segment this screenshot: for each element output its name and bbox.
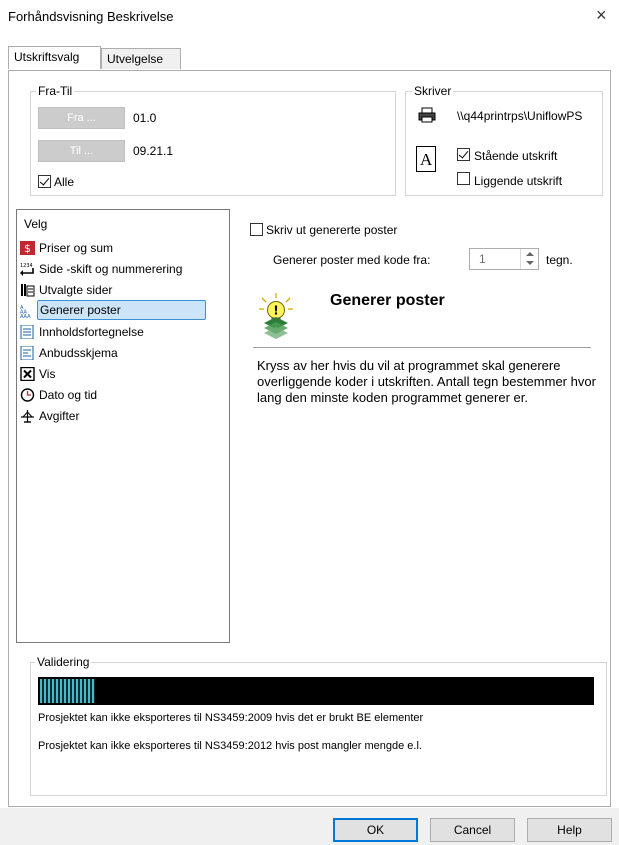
list-item-label: Avgifter xyxy=(39,409,80,423)
section-heading: Generer poster xyxy=(330,292,445,309)
validering-legend: Validering xyxy=(35,655,92,669)
lightbulb-info-icon: ! xyxy=(259,293,293,339)
ok-button[interactable]: OK xyxy=(333,818,418,842)
kode-stepper[interactable]: 1 xyxy=(469,248,539,270)
list-item-side-skift[interactable]: 1234 Side -skift og nummerering xyxy=(20,259,225,279)
generate-items-icon: AAAAAA xyxy=(20,305,31,318)
list-item-label: Side -skift og nummerering xyxy=(39,262,183,276)
stepper-arrows[interactable] xyxy=(520,249,538,269)
list-item-label: Priser og sum xyxy=(39,241,114,255)
validation-progress-bar xyxy=(38,677,594,705)
liggende-label: Liggende utskrift xyxy=(474,174,563,188)
list-item-innholdsfortegnelse[interactable]: Innholdsfortegnelse xyxy=(20,322,225,342)
skriv-ut-checkbox[interactable] xyxy=(250,223,263,236)
kode-label: Generer poster med kode fra: xyxy=(273,253,431,267)
svg-text:!: ! xyxy=(273,304,278,318)
printer-icon xyxy=(418,107,436,123)
page-orientation-icon: A xyxy=(416,146,436,172)
svg-text:1234: 1234 xyxy=(20,263,33,269)
til-button[interactable]: Til ... xyxy=(38,140,125,162)
fra-button[interactable]: Fra ... xyxy=(38,107,125,129)
page-break-icon: 1234 xyxy=(20,263,34,276)
til-value: 09.21.1 xyxy=(133,144,174,158)
velg-header: Velg xyxy=(24,217,48,231)
cancel-button[interactable]: Cancel xyxy=(430,818,515,842)
tab-utvelgelse[interactable]: Utvelgelse xyxy=(101,48,181,69)
fees-icon xyxy=(21,410,34,423)
fra-value: 01.0 xyxy=(133,111,157,125)
list-item-anbudsskjema[interactable]: Anbudsskjema xyxy=(20,343,225,363)
staende-checkbox[interactable] xyxy=(457,148,470,161)
list-item-label: Innholdsfortegnelse xyxy=(39,325,144,339)
list-item-priser[interactable]: $ Priser og sum xyxy=(20,238,225,258)
window-title: Forhåndsvisning Beskrivelse xyxy=(8,9,174,24)
help-button[interactable]: Help xyxy=(527,818,612,842)
list-item-avgifter[interactable]: Avgifter xyxy=(20,406,225,426)
list-item-vis[interactable]: Vis xyxy=(20,364,225,384)
kode-unit: tegn. xyxy=(546,253,573,267)
chevron-up-icon[interactable] xyxy=(526,252,534,256)
progress-fill xyxy=(40,679,95,703)
list-item-label: Anbudsskjema xyxy=(39,346,118,360)
svg-text:AAA: AAA xyxy=(20,314,31,318)
close-icon[interactable]: × xyxy=(596,5,607,26)
validation-message: Prosjektet kan ikke eksporteres til NS34… xyxy=(38,712,424,724)
chevron-down-icon[interactable] xyxy=(526,261,534,265)
show-icon xyxy=(20,367,35,381)
svg-text:$: $ xyxy=(24,242,31,255)
list-item-label: Utvalgte sider xyxy=(39,283,113,297)
fra-til-legend: Fra-Til xyxy=(36,84,75,98)
divider xyxy=(253,347,591,348)
clock-icon xyxy=(20,388,35,402)
list-item-dato-og-tid[interactable]: Dato og tid xyxy=(20,385,225,405)
list-item-utvalgte-sider[interactable]: Utvalgte sider xyxy=(20,280,225,300)
list-item-label: Dato og tid xyxy=(39,388,98,402)
liggende-checkbox[interactable] xyxy=(457,172,470,185)
skriv-ut-label: Skriv ut genererte poster xyxy=(266,223,398,237)
description-text: Kryss av her hvis du vil at programmet s… xyxy=(257,358,596,405)
list-item-generer-poster[interactable]: A AA AAA Generer poster xyxy=(20,300,225,321)
selected-pages-icon xyxy=(21,284,35,297)
staende-label: Stående utskrift xyxy=(474,149,558,163)
alle-checkbox[interactable] xyxy=(38,175,51,188)
tab-utskriftsvalg[interactable]: Utskriftsvalg xyxy=(8,46,101,69)
kode-value: 1 xyxy=(479,252,486,266)
table-of-contents-icon xyxy=(20,325,34,339)
skriver-legend: Skriver xyxy=(412,84,454,98)
price-sum-icon: $ xyxy=(20,241,35,255)
alle-label: Alle xyxy=(54,175,75,189)
velg-list: Velg $ Priser og sum 1234 Side -skift og… xyxy=(16,209,230,643)
tender-form-icon xyxy=(20,346,34,360)
validation-message: Prosjektet kan ikke eksporteres til NS34… xyxy=(38,740,422,752)
printer-name: \\q44printrps\UniflowPS xyxy=(457,109,583,123)
list-item-label: Vis xyxy=(39,367,56,381)
list-item-label: Generer poster xyxy=(37,300,206,320)
